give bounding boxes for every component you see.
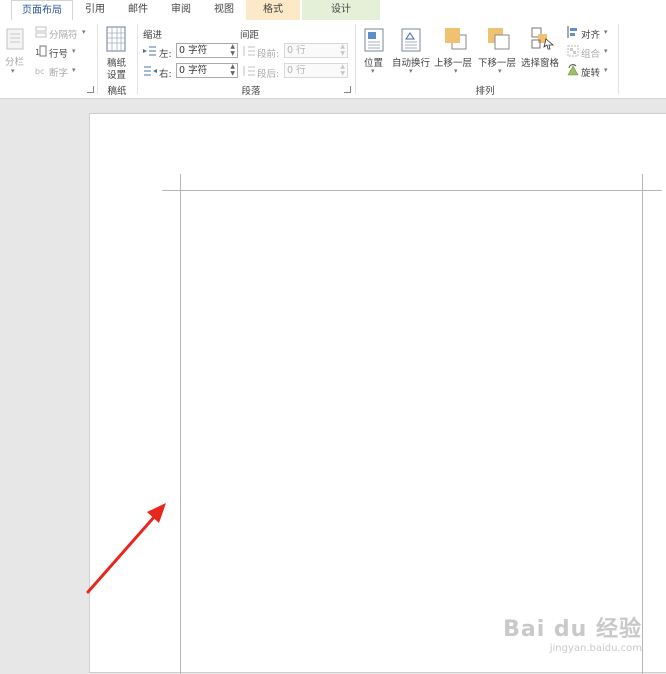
annotation-arrow-icon <box>86 503 166 594</box>
